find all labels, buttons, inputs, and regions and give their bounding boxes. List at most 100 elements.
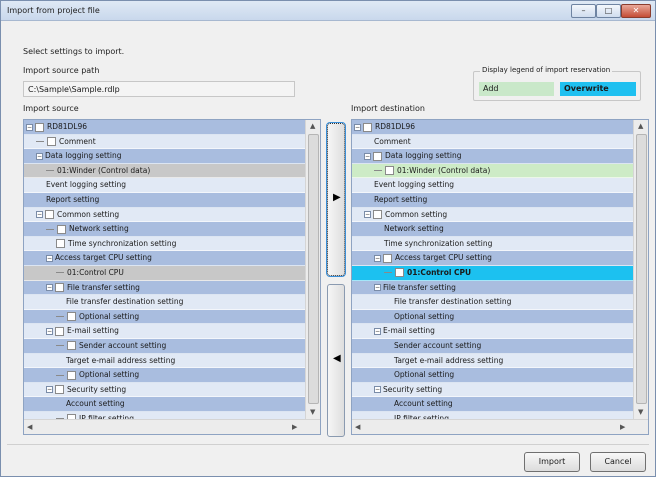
footer-divider — [7, 444, 649, 445]
tree-item[interactable]: − Common setting — [24, 207, 306, 223]
title-bar: Import from project file – □ ✕ — [1, 1, 655, 21]
scroll-up-icon[interactable]: ▲ — [310, 122, 315, 130]
scroll-left-icon[interactable]: ◀ — [355, 423, 360, 431]
tree-item[interactable]: − E-mail setting — [24, 324, 306, 339]
checkbox[interactable] — [55, 283, 64, 293]
tree-item[interactable]: − RD81DL96 — [24, 120, 306, 135]
tree-item[interactable]: − Security setting — [24, 382, 306, 398]
destination-tree[interactable]: − RD81DL96 Comment − Data logging setting … — [351, 119, 649, 435]
scroll-up-icon[interactable]: ▲ — [638, 122, 643, 130]
checkbox[interactable] — [55, 326, 64, 336]
tree-item[interactable]: Optional setting — [24, 309, 306, 325]
tree-item[interactable]: − Data logging setting — [24, 149, 306, 164]
vertical-scrollbar[interactable]: ▲ ▼ — [633, 120, 648, 420]
collapse-icon[interactable]: − — [36, 211, 43, 219]
minimize-button[interactable]: – — [571, 4, 596, 18]
scroll-thumb[interactable] — [636, 134, 647, 404]
tree-item[interactable]: 01:Control CPU — [352, 265, 634, 281]
tree-item[interactable]: Event logging setting — [352, 178, 634, 193]
tree-item[interactable]: Network setting — [352, 222, 634, 237]
tree-item[interactable]: 01:Winder (Control data) — [352, 163, 634, 179]
tree-item[interactable]: Comment — [352, 134, 634, 150]
horizontal-scrollbar[interactable]: ◀ ▶ — [352, 419, 648, 434]
tree-item[interactable]: Optional setting — [352, 368, 634, 383]
tree-item[interactable]: − E-mail setting — [352, 324, 634, 339]
source-path-field[interactable]: C:\Sample\Sample.rdlp — [23, 81, 295, 97]
checkbox[interactable] — [35, 122, 44, 132]
tree-item[interactable]: Report setting — [352, 192, 634, 208]
checkbox[interactable] — [395, 268, 404, 278]
collapse-icon[interactable]: − — [374, 327, 381, 335]
checkbox[interactable] — [373, 151, 382, 161]
tree-item[interactable]: Sender account setting — [352, 338, 634, 354]
collapse-icon[interactable]: − — [26, 123, 33, 131]
collapse-icon[interactable]: − — [364, 152, 371, 160]
tree-item[interactable]: − File transfer setting — [24, 280, 306, 296]
checkbox[interactable] — [373, 210, 382, 220]
tree-item[interactable]: − RD81DL96 — [352, 120, 634, 135]
tree-item[interactable]: Account setting — [24, 397, 306, 412]
cancel-button[interactable]: Cancel — [590, 452, 646, 472]
checkbox[interactable] — [56, 239, 65, 249]
collapse-icon[interactable]: − — [374, 386, 381, 394]
tree-item[interactable]: − Access target CPU setting — [24, 251, 306, 266]
tree-item[interactable]: Report setting — [24, 192, 306, 208]
checkbox[interactable] — [55, 385, 64, 395]
collapse-icon[interactable]: − — [46, 386, 53, 394]
checkbox[interactable] — [47, 137, 56, 147]
collapse-icon[interactable]: − — [354, 123, 361, 131]
checkbox[interactable] — [67, 312, 76, 322]
tree-item[interactable]: − Access target CPU setting — [352, 251, 634, 266]
scroll-left-icon[interactable]: ◀ — [27, 423, 32, 431]
collapse-icon[interactable]: − — [46, 284, 53, 292]
tree-item[interactable]: Sender account setting — [24, 338, 306, 354]
checkbox[interactable] — [57, 224, 66, 234]
tree-item[interactable]: Event logging setting — [24, 178, 306, 193]
checkbox[interactable] — [45, 210, 54, 220]
scroll-right-icon[interactable]: ▶ — [292, 423, 297, 431]
window-title: Import from project file — [7, 6, 100, 15]
tree-item[interactable]: Target e-mail address setting — [352, 353, 634, 369]
tree-item[interactable]: Comment — [24, 134, 306, 150]
tree-item[interactable]: − Data logging setting — [352, 149, 634, 164]
collapse-icon[interactable]: − — [36, 152, 43, 160]
checkbox[interactable] — [383, 253, 392, 263]
tree-item[interactable]: Optional setting — [24, 368, 306, 383]
scroll-right-icon[interactable]: ▶ — [620, 423, 625, 431]
import-button[interactable]: Import — [524, 452, 580, 472]
close-button[interactable]: ✕ — [621, 4, 651, 18]
tree-item[interactable]: Target e-mail address setting — [24, 353, 306, 369]
scroll-down-icon[interactable]: ▼ — [310, 408, 315, 416]
tree-item[interactable]: − Security setting — [352, 382, 634, 398]
maximize-button[interactable]: □ — [596, 4, 621, 18]
add-to-destination-button[interactable]: ▶ — [326, 122, 346, 277]
checkbox[interactable] — [67, 341, 76, 351]
tree-item[interactable]: File transfer destination setting — [24, 295, 306, 310]
tree-item[interactable]: Time synchronization setting — [24, 236, 306, 252]
remove-from-destination-button[interactable]: ◀ — [327, 284, 345, 437]
tree-item[interactable]: 01:Control CPU — [24, 265, 306, 281]
collapse-icon[interactable]: − — [46, 254, 53, 262]
tree-item[interactable]: Network setting — [24, 222, 306, 237]
collapse-icon[interactable]: − — [374, 284, 381, 292]
tree-line-icon — [46, 170, 54, 172]
checkbox[interactable] — [363, 122, 372, 132]
collapse-icon[interactable]: − — [364, 211, 371, 219]
collapse-icon[interactable]: − — [46, 327, 53, 335]
tree-item[interactable]: File transfer destination setting — [352, 295, 634, 310]
source-tree[interactable]: − RD81DL96 Comment − Data logging setting … — [23, 119, 321, 435]
collapse-icon[interactable]: − — [374, 254, 381, 262]
horizontal-scrollbar[interactable]: ◀ ▶ — [24, 419, 320, 434]
checkbox[interactable] — [385, 166, 394, 176]
tree-item[interactable]: 01:Winder (Control data) — [24, 163, 306, 179]
tree-item[interactable]: − File transfer setting — [352, 280, 634, 296]
import-dialog: Import from project file – □ ✕ Select se… — [0, 0, 656, 477]
tree-item[interactable]: Time synchronization setting — [352, 236, 634, 252]
tree-item[interactable]: Account setting — [352, 397, 634, 412]
tree-item[interactable]: Optional setting — [352, 309, 634, 325]
vertical-scrollbar[interactable]: ▲ ▼ — [305, 120, 320, 420]
tree-item[interactable]: − Common setting — [352, 207, 634, 223]
checkbox[interactable] — [67, 370, 76, 380]
scroll-thumb[interactable] — [308, 134, 319, 404]
scroll-down-icon[interactable]: ▼ — [638, 408, 643, 416]
